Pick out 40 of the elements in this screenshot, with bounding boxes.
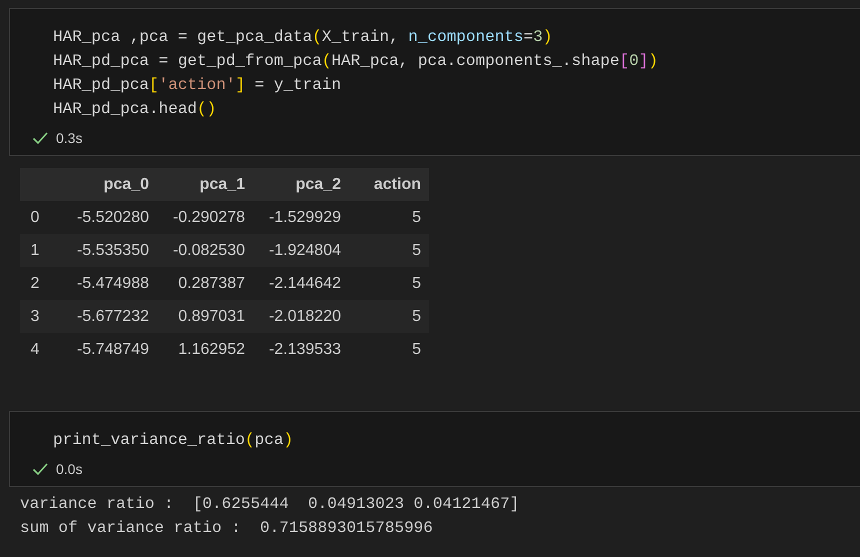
output-text: sum of variance ratio : 0.7158893015785996 bbox=[20, 518, 433, 539]
table-cell: 5 bbox=[349, 234, 429, 267]
code-line: HAR_pca ,pca = get_pca_data(X_train, n_components=3) bbox=[53, 27, 552, 48]
table-cell: 5 bbox=[349, 333, 429, 366]
table-cell: -5.677232 bbox=[50, 300, 157, 333]
row-index: 4 bbox=[20, 333, 50, 366]
table-cell: 5 bbox=[349, 267, 429, 300]
execution-time: 0.3s bbox=[56, 128, 82, 148]
row-index: 0 bbox=[20, 201, 50, 234]
column-header: action bbox=[349, 168, 429, 201]
table-cell: -5.535350 bbox=[50, 234, 157, 267]
output-text: variance ratio : [0.6255444 0.04913023 0.04121467] bbox=[20, 494, 520, 515]
row-index: 3 bbox=[20, 300, 50, 333]
table-cell: -2.144642 bbox=[253, 267, 349, 300]
checkmark-icon bbox=[32, 461, 48, 477]
table-cell: 0.897031 bbox=[157, 300, 253, 333]
code-line: HAR_pd_pca['action'] = y_train bbox=[53, 75, 342, 96]
checkmark-icon bbox=[32, 130, 48, 146]
table-cell: -2.018220 bbox=[253, 300, 349, 333]
table-cell: 1.162952 bbox=[157, 333, 253, 366]
table-cell: -0.290278 bbox=[157, 201, 253, 234]
table-cell: -2.139533 bbox=[253, 333, 349, 366]
table-cell: 5 bbox=[349, 201, 429, 234]
column-header: pca_0 bbox=[50, 168, 157, 201]
table-cell: 0.287387 bbox=[157, 267, 253, 300]
table-cell: -5.520280 bbox=[50, 201, 157, 234]
row-index: 1 bbox=[20, 234, 50, 267]
execution-time: 0.0s bbox=[56, 460, 82, 478]
table-cell: 5 bbox=[349, 300, 429, 333]
table-cell: -1.529929 bbox=[253, 201, 349, 234]
code-line: HAR_pd_pca = get_pd_from_pca(HAR_pca, pca.components_.shape[0]) bbox=[53, 51, 658, 72]
table-cell: -5.474988 bbox=[50, 267, 157, 300]
table-cell: -5.748749 bbox=[50, 333, 157, 366]
table-cell: -1.924804 bbox=[253, 234, 349, 267]
table-cell: -0.082530 bbox=[157, 234, 253, 267]
code-line: HAR_pd_pca.head() bbox=[53, 99, 216, 120]
row-index: 2 bbox=[20, 267, 50, 300]
column-header: pca_1 bbox=[157, 168, 253, 201]
column-header: pca_2 bbox=[253, 168, 349, 201]
code-line: print_variance_ratio(pca) bbox=[53, 430, 294, 451]
